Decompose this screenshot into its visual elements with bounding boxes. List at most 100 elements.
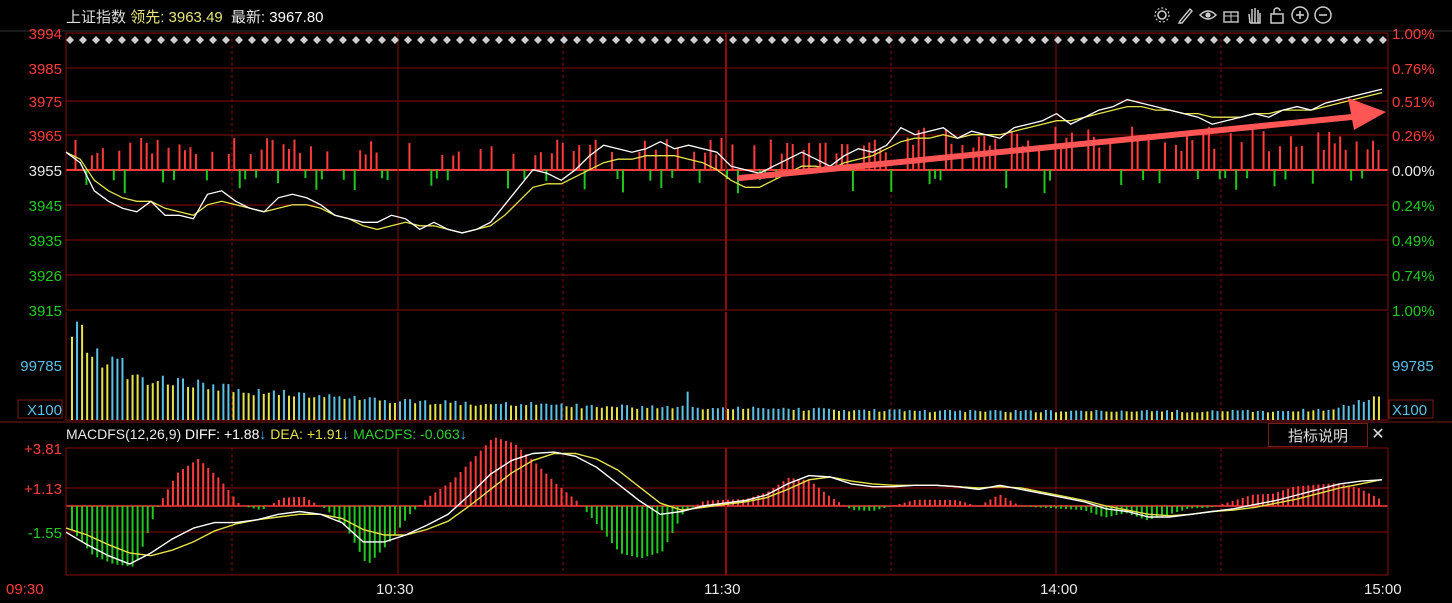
event-marker (820, 36, 828, 44)
event-marker (1002, 36, 1010, 44)
event-marker (1327, 36, 1335, 44)
event-marker (248, 36, 256, 44)
trend-arrow-head-icon (1348, 98, 1386, 130)
event-marker (1119, 36, 1127, 44)
event-marker (872, 36, 880, 44)
close-icon[interactable]: ✕ (1368, 423, 1388, 445)
price-tick-label: 3965 (29, 128, 62, 145)
gift-icon[interactable] (1221, 5, 1241, 25)
event-marker (1366, 36, 1374, 44)
event-marker (573, 36, 581, 44)
event-marker (170, 36, 178, 44)
zoom-in-icon[interactable] (1290, 5, 1310, 25)
index-name: 上证指数 (66, 9, 127, 26)
event-marker (521, 36, 529, 44)
pct-tick-label: 0.76% (1392, 61, 1435, 78)
event-marker (612, 36, 620, 44)
time-tick-label: 10:30 (376, 581, 414, 598)
event-marker (963, 36, 971, 44)
event-marker (1184, 36, 1192, 44)
event-marker (1301, 36, 1309, 44)
volume-unit-label: X100 (1392, 402, 1427, 419)
pct-tick-label: 0.26% (1392, 128, 1435, 145)
event-marker (586, 36, 594, 44)
macd-tick-label: +3.81 (24, 441, 62, 458)
event-marker (1223, 36, 1231, 44)
volume-tick-label: 99785 (1392, 358, 1434, 375)
macdfs-label: MACDFS: (353, 426, 417, 442)
time-tick-label: 15:00 (1364, 581, 1402, 598)
event-marker (807, 36, 815, 44)
event-marker (1041, 36, 1049, 44)
time-tick-label: 14:00 (1040, 581, 1078, 598)
event-marker (664, 36, 672, 44)
event-marker (365, 36, 373, 44)
event-marker (898, 36, 906, 44)
event-marker (209, 36, 217, 44)
event-marker (417, 36, 425, 44)
lead-value: 3963.49 (168, 9, 223, 26)
indicator-explain-button[interactable]: 指标说明 (1268, 423, 1368, 447)
event-marker (625, 36, 633, 44)
event-marker (651, 36, 659, 44)
lock-icon[interactable] (1267, 5, 1287, 25)
event-marker (677, 36, 685, 44)
intraday-chart[interactable]: 3994 3985 3975 3965 3955 3945 3935 3926 3915 1.00… (0, 0, 1452, 603)
event-marker (495, 36, 503, 44)
gear-icon[interactable] (1152, 5, 1172, 25)
event-marker (1288, 36, 1296, 44)
event-marker (547, 36, 555, 44)
event-marker (144, 36, 152, 44)
event-marker (1028, 36, 1036, 44)
event-marker (1262, 36, 1270, 44)
event-marker (1353, 36, 1361, 44)
price-tick-label: 3975 (29, 94, 62, 111)
event-marker (1145, 36, 1153, 44)
event-marker (105, 36, 113, 44)
event-marker (300, 36, 308, 44)
event-marker (378, 36, 386, 44)
pct-tick-label: 0.74% (1392, 268, 1435, 285)
pct-tick-label: 0.49% (1392, 233, 1435, 250)
diff-arrow-icon: ↓ (259, 426, 267, 442)
event-marker (339, 36, 347, 44)
event-marker (183, 36, 191, 44)
price-tick-label: 3935 (29, 233, 62, 250)
event-marker (976, 36, 984, 44)
event-marker (443, 36, 451, 44)
event-marker (1210, 36, 1218, 44)
zoom-out-icon[interactable] (1313, 5, 1333, 25)
event-marker (794, 36, 802, 44)
pct-tick-label: 0.24% (1392, 198, 1435, 215)
volume-tick-label: 99785 (20, 358, 62, 375)
macd-tick-label: -1.55 (28, 525, 62, 542)
macdfs-value: -0.063 (420, 426, 460, 442)
event-marker (1275, 36, 1283, 44)
price-line (65, 88, 1383, 234)
event-marker (638, 36, 646, 44)
event-marker (937, 36, 945, 44)
hand-icon[interactable] (1244, 5, 1264, 25)
event-marker (1067, 36, 1075, 44)
pen-icon[interactable] (1175, 5, 1195, 25)
event-marker (404, 36, 412, 44)
event-marker (1054, 36, 1062, 44)
price-tick-label: 3915 (29, 303, 62, 320)
event-marker (1015, 36, 1023, 44)
event-marker (703, 36, 711, 44)
eye-icon[interactable] (1198, 5, 1218, 25)
event-marker (79, 36, 87, 44)
pct-tick-label: 0.00% (1392, 163, 1435, 180)
event-marker (326, 36, 334, 44)
chart-header: 上证指数 领先: 3963.49 最新: 3967.80 (66, 6, 324, 27)
chart-toolbar (1152, 5, 1333, 27)
event-marker (560, 36, 568, 44)
event-marker (729, 36, 737, 44)
event-marker (1106, 36, 1114, 44)
event-marker (352, 36, 360, 44)
event-marker (131, 36, 139, 44)
event-marker (534, 36, 542, 44)
event-marker (469, 36, 477, 44)
latest-label: 最新: (230, 9, 266, 26)
event-marker (92, 36, 100, 44)
